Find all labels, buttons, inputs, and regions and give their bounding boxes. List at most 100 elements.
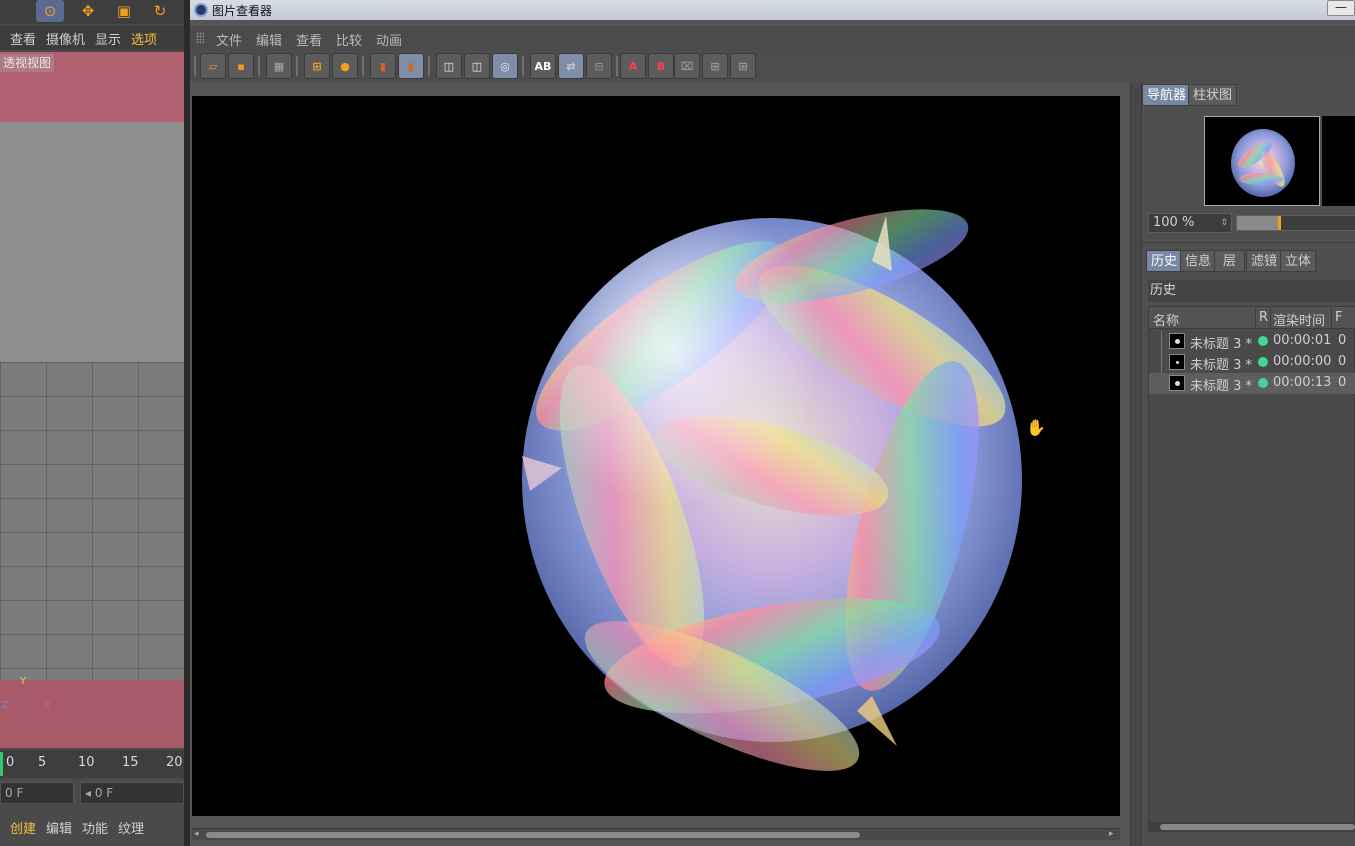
bg-menu-texture[interactable]: 纹理 (118, 818, 144, 837)
column-render-time[interactable]: 渲染时间 (1273, 310, 1325, 329)
history-list[interactable]: 名称 R 渲染时间 F 未标题 3 * 00:00:01 0 未标题 3 * 0… (1148, 306, 1355, 826)
hand-cursor-icon: ✋ (1026, 418, 1046, 437)
title-bar[interactable]: 图片查看器 — (190, 0, 1355, 20)
save-file-icon[interactable]: ▪ (228, 53, 254, 79)
history-row-name: 未标题 3 * (1190, 358, 1253, 373)
set-a-button[interactable]: A (620, 53, 646, 79)
material-menu: 创建 编辑 功能 纹理 (0, 814, 184, 840)
history-prev-icon[interactable]: ▮ (370, 53, 396, 79)
history-horizontal-scrollbar[interactable] (1148, 822, 1355, 832)
select-tool-icon[interactable]: ⊙ (36, 0, 64, 22)
viewer-menubar: 文件 编辑 查看 比较 动画 (190, 26, 1355, 50)
background-app-panel: ⊙ ✥ ▣ ↻ 查看 摄像机 显示 选项 透视视图 Y Z X 0 5 10 1… (0, 0, 190, 846)
axis-y-label: Y (20, 676, 27, 687)
menu-view[interactable]: 查看 (296, 30, 322, 49)
history-row-name: 未标题 3 * (1190, 379, 1253, 394)
move-tool-icon[interactable]: ✥ (74, 0, 102, 22)
viewer-toolbar: ▱ ▪ ▦ ⊞ ● ▮ ▮ ◫ ◫ ◎ AB ⇄ ⊟ A B ⌧ ⊞ ⊞ (190, 50, 1355, 82)
status-dot-icon (1258, 357, 1268, 367)
history-row-time: 00:00:01 (1273, 333, 1332, 348)
ab-swap-icon[interactable]: ⇄ (558, 53, 584, 79)
zoom-slider[interactable] (1236, 215, 1355, 231)
view-compare-icon[interactable]: ◫ (464, 53, 490, 79)
grid-icon[interactable]: ▦ (266, 53, 292, 79)
bg-menu-view[interactable]: 查看 (10, 29, 36, 48)
picture-viewer-window: 图片查看器 — 文件 编辑 查看 比较 动画 ▱ ▪ ▦ ⊞ ● ▮ ▮ ◫ ◫… (190, 0, 1355, 846)
zoom-input[interactable]: 100 % ⇕ (1148, 213, 1232, 233)
timeline-ruler[interactable]: 0 5 10 15 20 (0, 750, 184, 778)
scale-tool-icon[interactable]: ▣ (110, 0, 138, 22)
history-next-icon[interactable]: ▮ (398, 53, 424, 79)
ab-compare-label: AB (534, 59, 552, 73)
render-canvas[interactable] (192, 96, 1120, 816)
toolbar-separator (428, 56, 430, 76)
history-section-title: 历史 (1148, 280, 1355, 302)
column-separator (1270, 307, 1271, 329)
cinema4d-logo-icon (194, 3, 208, 17)
tab-filters[interactable]: 滤镜 (1246, 250, 1283, 272)
background-toolbar: ⊙ ✥ ▣ ↻ (0, 0, 190, 24)
history-row-selected[interactable]: 未标题 3 * 00:00:13 0 (1149, 373, 1355, 394)
scroll-right-icon[interactable]: ▸ (1109, 829, 1114, 839)
zoom-stepper-icon[interactable]: ⇕ (1220, 214, 1228, 232)
ab-split-icon[interactable]: ⊟ (586, 53, 612, 79)
current-frame-value: 0 F (5, 786, 24, 800)
canvas-horizontal-scrollbar[interactable]: ◂ ▸ (192, 828, 1120, 840)
navigator-thumbnail[interactable] (1204, 116, 1320, 206)
menu-compare[interactable]: 比较 (336, 30, 362, 49)
ab-compare-button[interactable]: AB (530, 53, 556, 79)
set-b-label: B (656, 59, 666, 73)
column-r[interactable]: R (1259, 310, 1268, 325)
current-frame-field[interactable]: 0 F (0, 782, 74, 804)
timeline-playhead[interactable] (0, 752, 3, 776)
render-user-icon[interactable]: ● (332, 53, 358, 79)
text-overlay-icon[interactable]: ⌧ (674, 53, 700, 79)
window-title: 图片查看器 (212, 4, 273, 18)
bg-menu-function[interactable]: 功能 (82, 818, 108, 837)
grid-overlay-icon[interactable]: ⊞ (702, 53, 728, 79)
column-separator (1255, 307, 1256, 329)
render-region-icon[interactable]: ⊞ (304, 53, 330, 79)
status-dot-icon (1258, 378, 1268, 388)
zoom-value: 100 % (1153, 215, 1195, 230)
bg-menu-display[interactable]: 显示 (95, 29, 121, 48)
tab-histogram[interactable]: 柱状图 (1188, 84, 1238, 106)
view-overlay-icon[interactable]: ◎ (492, 53, 518, 79)
minimize-button[interactable]: — (1327, 0, 1355, 16)
history-row[interactable]: 未标题 3 * 00:00:00 0 (1149, 352, 1355, 373)
panel-splitter[interactable] (1130, 82, 1142, 846)
frame-fields: 0 F ◂ 0 F (0, 782, 184, 806)
end-frame-field[interactable]: ◂ 0 F (80, 782, 184, 804)
set-a-label: A (628, 59, 638, 73)
bg-menu-options[interactable]: 选项 (131, 29, 157, 48)
tab-info[interactable]: 信息 (1180, 250, 1217, 272)
bg-menu-create[interactable]: 创建 (10, 818, 36, 837)
panel-divider (1142, 242, 1355, 246)
scrollbar-thumb[interactable] (206, 832, 860, 838)
timeline-tick: 15 (122, 755, 139, 770)
multi-grid-icon[interactable]: ⊞ (730, 53, 756, 79)
bg-menu-edit[interactable]: 编辑 (46, 818, 72, 837)
history-row-time: 00:00:00 (1273, 354, 1332, 369)
zoom-slider-handle[interactable] (1278, 216, 1281, 230)
viewport-floor-grid[interactable] (0, 362, 184, 680)
bg-menu-camera[interactable]: 摄像机 (46, 29, 85, 48)
menu-animation[interactable]: 动画 (376, 30, 402, 49)
tab-history[interactable]: 历史 (1146, 250, 1183, 272)
history-row-f: 0 (1338, 333, 1347, 348)
menu-file[interactable]: 文件 (216, 30, 242, 49)
scroll-left-icon[interactable]: ◂ (194, 829, 199, 839)
column-f[interactable]: F (1335, 310, 1342, 325)
tab-layers[interactable]: 层 (1214, 250, 1246, 272)
set-b-button[interactable]: B (648, 53, 674, 79)
tab-stereo[interactable]: 立体 (1280, 250, 1317, 272)
history-row[interactable]: 未标题 3 * 00:00:01 0 (1149, 331, 1355, 352)
view-single-icon[interactable]: ◫ (436, 53, 462, 79)
menu-grip-icon[interactable] (196, 32, 204, 44)
scrollbar-thumb[interactable] (1160, 824, 1355, 830)
column-name[interactable]: 名称 (1153, 310, 1179, 329)
menu-edit[interactable]: 编辑 (256, 30, 282, 49)
rotate-tool-icon[interactable]: ↻ (146, 0, 174, 22)
open-file-icon[interactable]: ▱ (200, 53, 226, 79)
tab-navigator[interactable]: 导航器 (1142, 84, 1192, 106)
